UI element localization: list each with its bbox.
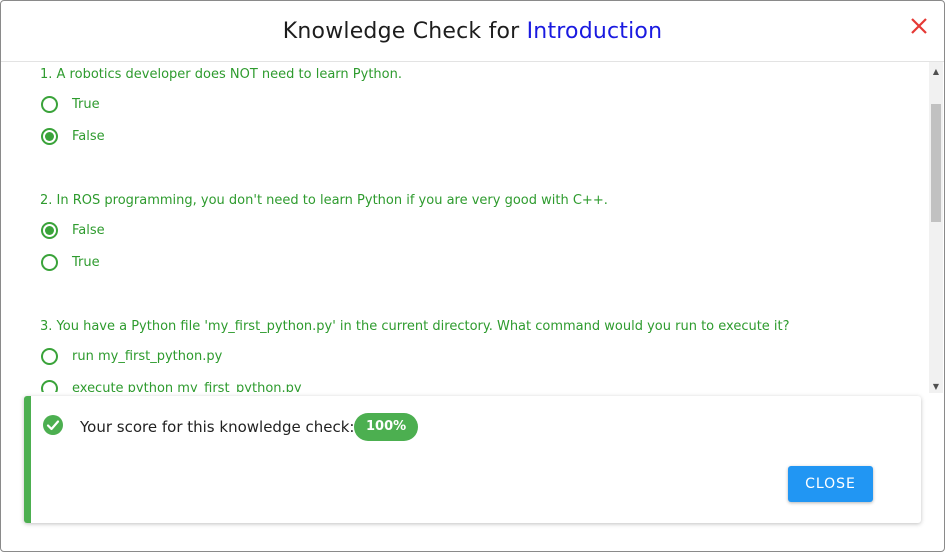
questions-list: 1. A robotics developer does NOT need to… — [1, 62, 929, 392]
score-badge: 100% — [354, 413, 419, 441]
modal-title: Knowledge Check for Introduction — [283, 19, 662, 44]
knowledge-check-modal: Knowledge Check for Introduction 1. A ro… — [0, 0, 945, 552]
score-label: Your score for this knowledge check: — [80, 418, 355, 436]
option-label: False — [72, 128, 105, 144]
answer-option[interactable]: False — [41, 219, 105, 241]
radio-button-selected[interactable] — [41, 127, 58, 145]
radio-button[interactable] — [41, 95, 58, 113]
check-circle-icon — [42, 414, 64, 436]
scrollbar[interactable]: ▲ ▼ — [929, 62, 943, 393]
answer-option[interactable]: execute python my_first_python.py — [41, 377, 302, 392]
option-label: False — [72, 222, 105, 238]
radio-dot — [45, 225, 54, 235]
close-icon[interactable] — [908, 15, 930, 37]
answer-option[interactable]: True — [41, 251, 100, 273]
score-panel: Your score for this knowledge check: 100… — [24, 396, 921, 523]
radio-button-selected[interactable] — [41, 221, 58, 239]
scroll-thumb[interactable] — [931, 104, 941, 222]
option-label: True — [72, 254, 100, 270]
scroll-down-arrow-icon[interactable]: ▼ — [929, 379, 943, 393]
radio-button[interactable] — [41, 379, 58, 392]
answer-option[interactable]: True — [41, 93, 100, 115]
answer-option[interactable]: run my_first_python.py — [41, 345, 222, 367]
radio-button[interactable] — [41, 347, 58, 365]
radio-button[interactable] — [41, 253, 58, 271]
radio-dot — [45, 131, 54, 141]
answer-option[interactable]: False — [41, 125, 105, 147]
close-button[interactable]: CLOSE — [788, 466, 873, 502]
option-label: execute python my_first_python.py — [72, 380, 302, 393]
question-text: 1. A robotics developer does NOT need to… — [40, 67, 402, 82]
scroll-up-arrow-icon[interactable]: ▲ — [929, 64, 943, 78]
option-label: True — [72, 96, 100, 112]
question-text: 2. In ROS programming, you don't need to… — [40, 193, 608, 208]
title-accent: Introduction — [526, 18, 663, 44]
question-text: 3. You have a Python file 'my_first_pyth… — [40, 319, 790, 334]
option-label: run my_first_python.py — [72, 348, 223, 364]
modal-header: Knowledge Check for Introduction — [1, 1, 944, 62]
title-prefix: Knowledge Check for — [282, 18, 527, 44]
